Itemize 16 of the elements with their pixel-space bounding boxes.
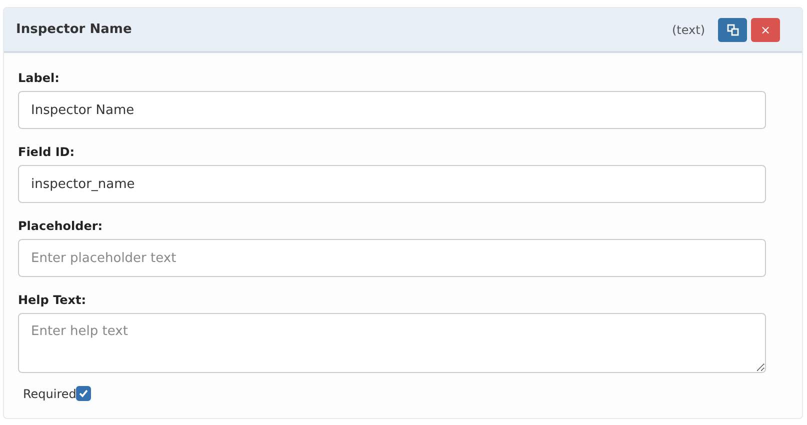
delete-button[interactable]: × — [751, 18, 780, 42]
field-label: Help Text: — [18, 293, 88, 307]
required-label: Required — [23, 386, 76, 400]
field-label: Placeholder: — [18, 219, 104, 233]
input-field[interactable]: Inspector Name — [18, 91, 766, 129]
input-field[interactable]: Enter help text — [18, 313, 766, 373]
input-field[interactable]: Enter placeholder text — [18, 239, 766, 277]
field-type: (text) — [672, 22, 705, 36]
field-label: Label: — [18, 71, 60, 85]
input-field[interactable]: inspector_name — [18, 165, 766, 203]
field-label: Field ID: — [18, 145, 76, 159]
required-checkbox[interactable] — [76, 386, 92, 401]
card-title: Inspector Name — [16, 22, 133, 37]
duplicate-button[interactable] — [718, 18, 747, 42]
check-icon — [78, 388, 90, 399]
copy-icon — [726, 24, 738, 36]
